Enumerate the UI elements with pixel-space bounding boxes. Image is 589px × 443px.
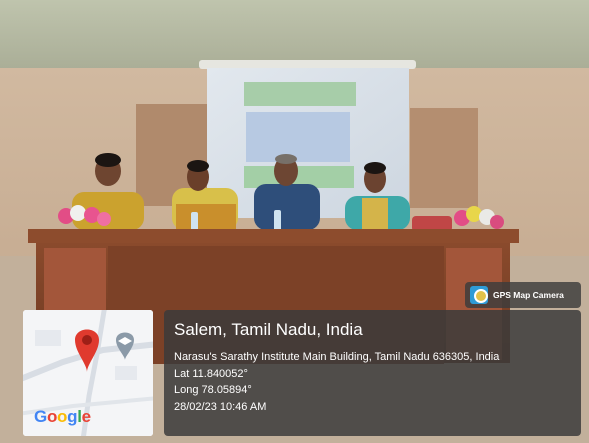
google-letter: o — [57, 407, 68, 426]
map-building — [115, 366, 137, 380]
google-letter: G — [34, 407, 47, 426]
gps-map-camera-icon — [470, 286, 488, 304]
timestamp-value: 28/02/23 10:46 AM — [174, 400, 267, 413]
water-bottle — [274, 210, 281, 232]
desk-top — [28, 229, 519, 243]
google-letter: g — [67, 407, 78, 426]
location-title: Salem, Tamil Nadu, India — [174, 320, 363, 339]
google-logo: Google — [34, 407, 91, 427]
slide-header — [244, 82, 356, 106]
screen-roller — [199, 60, 416, 69]
badge-label: GPS Map Camera — [493, 290, 564, 300]
photo-viewer: GPS Map Camera Google Salem, Tamil Nadu,… — [0, 0, 589, 443]
location-address: Narasu's Sarathy Institute Main Building… — [174, 351, 500, 363]
right-notice-board — [410, 108, 478, 208]
map-building — [35, 330, 61, 346]
location-map: Google — [23, 310, 153, 436]
google-letter: o — [46, 407, 58, 426]
location-info-card: Salem, Tamil Nadu, India Narasu's Sarath… — [164, 310, 581, 436]
google-letter: e — [81, 407, 91, 426]
slide-body — [246, 112, 350, 162]
latitude-value: Lat 11.840052° — [174, 367, 248, 380]
gps-map-camera-badge: GPS Map Camera — [465, 282, 581, 308]
longitude-value: Long 78.05894° — [174, 384, 252, 396]
